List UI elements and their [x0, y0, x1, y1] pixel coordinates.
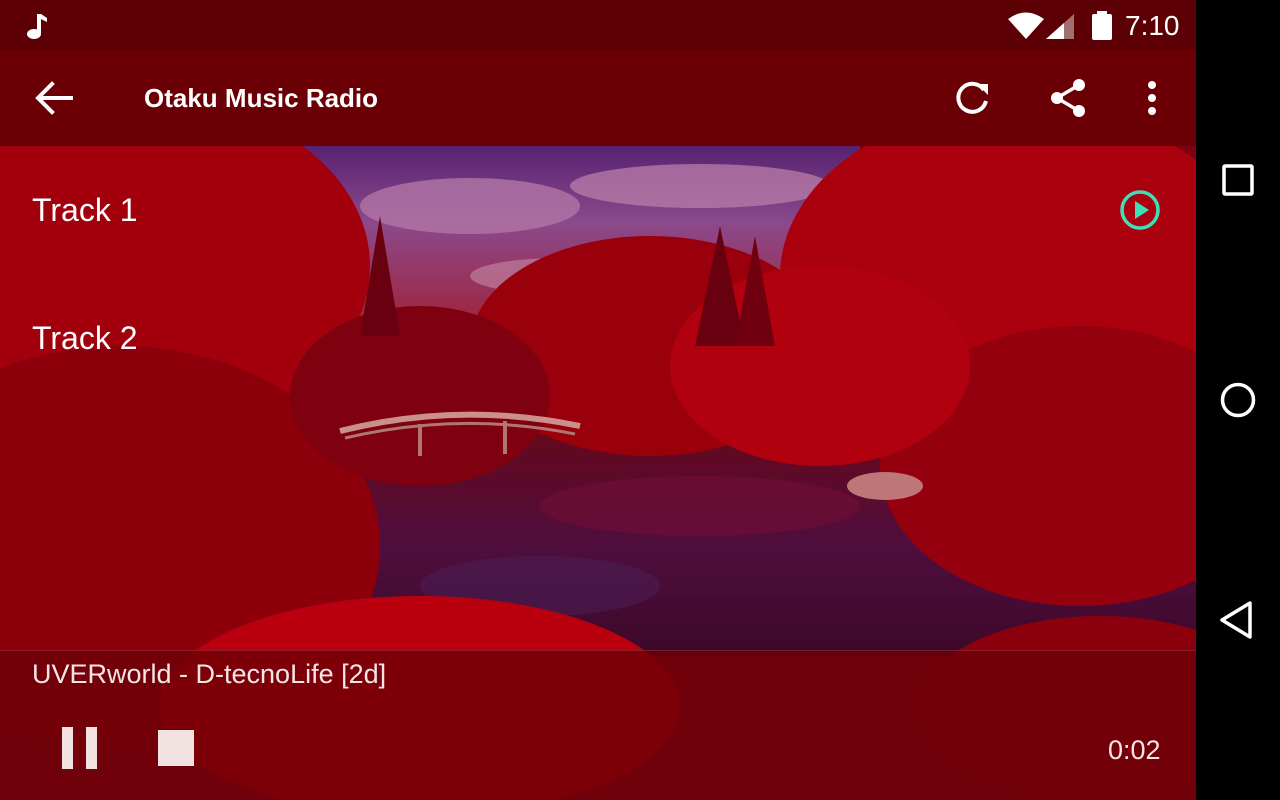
more-vert-icon[interactable] [1137, 76, 1167, 120]
app-window: 7:10 Otaku Music Radio Track 1 Track 2 U… [0, 0, 1196, 800]
elapsed-time: 0:02 [1108, 735, 1161, 765]
status-bar: 7:10 [0, 0, 1196, 50]
share-icon[interactable] [1046, 76, 1090, 120]
navigation-bar [1196, 0, 1280, 800]
battery-icon [1092, 11, 1112, 40]
toolbar-title: Otaku Music Radio [144, 83, 379, 113]
stop-icon[interactable] [157, 729, 195, 767]
home-icon[interactable] [1214, 376, 1262, 424]
status-time: 7:10 [1125, 10, 1180, 41]
cell-signal-icon [1046, 14, 1074, 39]
track-label: Track 1 [32, 192, 138, 228]
app-toolbar: Otaku Music Radio [0, 50, 1196, 146]
player-panel: UVERworld - D-tecnoLife [2d] 0:02 [0, 650, 1196, 800]
back-arrow-icon[interactable] [34, 80, 74, 116]
refresh-icon[interactable] [950, 76, 994, 120]
music-note-icon [27, 14, 47, 39]
recents-icon[interactable] [1214, 156, 1262, 204]
track-list-item[interactable]: Track 2 [0, 274, 1196, 402]
play-circle-icon[interactable] [1118, 188, 1162, 232]
pause-icon[interactable] [60, 725, 100, 771]
track-label: Track 2 [32, 320, 138, 356]
back-icon[interactable] [1214, 596, 1262, 644]
now-playing-title: UVERworld - D-tecnoLife [2d] [32, 659, 387, 689]
wifi-icon [1008, 12, 1044, 39]
track-list-item[interactable]: Track 1 [0, 146, 1196, 274]
